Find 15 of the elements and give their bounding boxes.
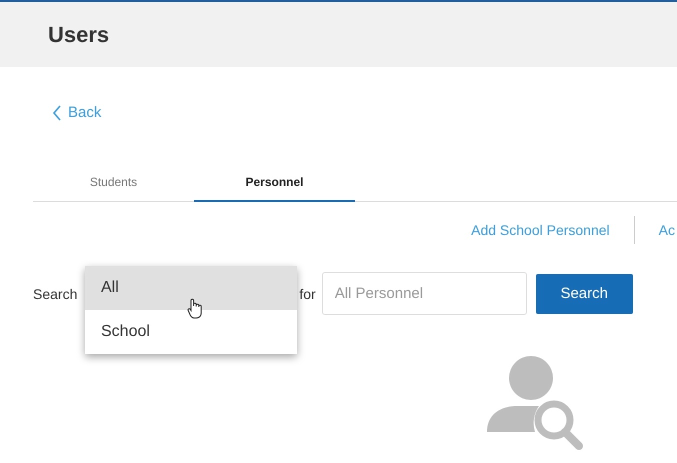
dropdown-option[interactable]: School	[85, 310, 297, 354]
tab[interactable]: Students	[33, 164, 194, 202]
tab[interactable]: Personnel	[194, 164, 355, 202]
search-button[interactable]: Search	[536, 274, 633, 314]
hand-cursor-icon	[187, 298, 203, 320]
chevron-left-icon	[52, 104, 62, 120]
action-link[interactable]: Ac	[658, 222, 675, 238]
dropdown-option[interactable]: All	[85, 266, 297, 310]
user-search-icon	[487, 356, 584, 450]
action-link[interactable]: Add School Personnel	[471, 222, 610, 238]
for-label: for	[299, 286, 316, 302]
search-label: Search	[33, 286, 78, 302]
page-title: Users	[48, 22, 110, 48]
back-link[interactable]: Back	[52, 104, 102, 121]
search-field[interactable]: All Personnel	[322, 272, 527, 315]
